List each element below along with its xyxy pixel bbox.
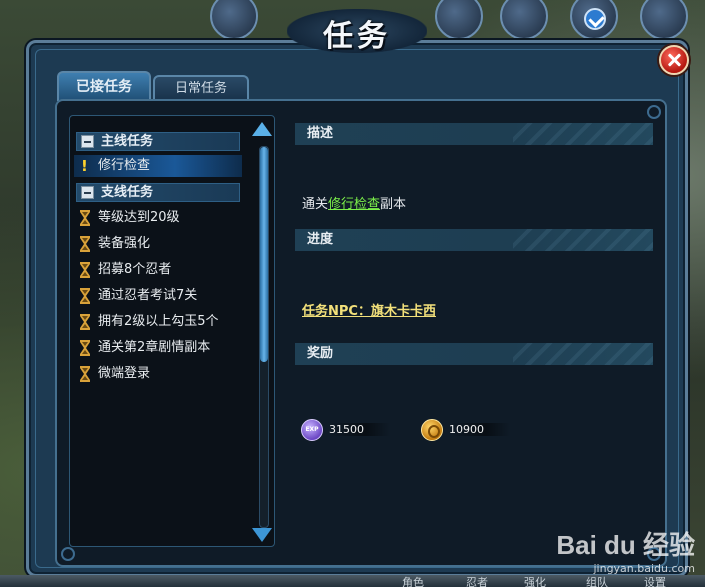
quest-item-side-4[interactable]: 通过忍者考试7关	[74, 285, 242, 307]
quest-label: 等级达到20级	[98, 210, 180, 225]
coin-reward-value: 10900	[449, 423, 510, 436]
quest-label: 装备强化	[98, 236, 151, 251]
quest-item-side-6[interactable]: 通关第2章剧情副本	[74, 337, 242, 359]
menu-item-enhance[interactable]: 强化	[524, 574, 546, 587]
hud-avatar-3[interactable]	[500, 0, 548, 40]
hourglass-icon	[80, 236, 90, 252]
scroll-up-button[interactable]	[252, 122, 272, 136]
description-header: 描述	[295, 123, 653, 145]
exp-icon: EXP	[301, 419, 323, 441]
exp-reward-value: 31500	[329, 423, 390, 436]
hud-shield-button[interactable]	[570, 0, 618, 40]
close-icon	[661, 47, 687, 73]
npc-link[interactable]: 任务NPC：旗木卡卡西	[302, 300, 436, 319]
quest-label: 拥有2级以上勾玉5个	[98, 314, 219, 329]
hourglass-icon	[80, 314, 90, 330]
description-text: 通关修行检查副本	[302, 193, 406, 212]
quest-dungeon-link[interactable]: 修行检查	[328, 197, 380, 212]
tab-accepted-quests[interactable]: 已接任务	[57, 71, 151, 101]
watermark-logo: Bai du 经验	[556, 530, 695, 560]
corner-ornament	[61, 547, 75, 561]
quest-label: 修行检查	[98, 158, 151, 173]
watermark-url: jingyan.baidu.com	[593, 562, 695, 575]
scrollbar-thumb[interactable]	[260, 147, 268, 362]
watermark: Bai du 经验 jingyan.baidu.com	[556, 525, 695, 575]
quest-label: 通过忍者考试7关	[98, 288, 198, 303]
collapse-icon[interactable]	[81, 186, 94, 199]
quest-label: 通关第2章剧情副本	[98, 340, 211, 355]
tab-daily-quests[interactable]: 日常任务	[153, 75, 249, 101]
menu-item-character[interactable]: 角色	[402, 574, 424, 587]
quest-item-side-2[interactable]: 装备强化	[74, 233, 242, 255]
menu-item-ninja[interactable]: 忍者	[466, 574, 488, 587]
hourglass-icon	[80, 288, 90, 304]
title-plate: 任务	[287, 9, 427, 54]
content-panel: 主线任务 ! 修行检查 支线任务 等级达到20级 装备强化 招募8个忍者 通过忍…	[55, 99, 667, 567]
category-label: 支线任务	[101, 185, 154, 200]
menu-item-team[interactable]: 组队	[586, 574, 608, 587]
category-label: 主线任务	[101, 134, 154, 149]
top-hud	[200, 0, 700, 45]
menu-item-settings[interactable]: 设置	[644, 574, 666, 587]
close-button[interactable]	[659, 45, 689, 75]
quest-label: 招募8个忍者	[98, 262, 172, 277]
scroll-down-button[interactable]	[252, 528, 272, 542]
exclaim-icon: !	[81, 157, 88, 175]
corner-ornament	[647, 105, 661, 119]
quest-list: 主线任务 ! 修行检查 支线任务 等级达到20级 装备强化 招募8个忍者 通过忍…	[69, 115, 275, 547]
coin-icon	[421, 419, 443, 441]
category-main-quests[interactable]: 主线任务	[76, 132, 240, 151]
quest-item-side-3[interactable]: 招募8个忍者	[74, 259, 242, 281]
shield-icon	[584, 8, 606, 30]
quest-item-side-1[interactable]: 等级达到20级	[74, 207, 242, 229]
reward-header: 奖励	[295, 343, 653, 365]
hud-avatar-1[interactable]	[210, 0, 258, 40]
scrollbar-track[interactable]	[259, 146, 269, 528]
window-title: 任务	[323, 19, 391, 54]
quest-item-side-5[interactable]: 拥有2级以上勾玉5个	[74, 311, 242, 333]
hourglass-icon	[80, 340, 90, 356]
hourglass-icon	[80, 210, 90, 226]
description-suffix: 副本	[380, 197, 407, 212]
quest-window: 任务 已接任务 日常任务 主线任务 ! 修行检查 支线任务 等级达到20级 装备…	[26, 9, 689, 577]
progress-header: 进度	[295, 229, 653, 251]
quest-item-side-7[interactable]: 微端登录	[74, 363, 242, 385]
description-prefix: 通关	[302, 197, 329, 212]
hud-avatar-2[interactable]	[435, 0, 483, 40]
category-side-quests[interactable]: 支线任务	[76, 183, 240, 202]
collapse-icon[interactable]	[81, 135, 94, 148]
quest-label: 微端登录	[98, 366, 151, 381]
quest-item-main-1[interactable]: ! 修行检查	[74, 155, 242, 177]
hud-avatar-4[interactable]	[640, 0, 688, 40]
hourglass-icon	[80, 366, 90, 382]
bottom-menu-bar: 角色 忍者 强化 组队 设置	[0, 575, 705, 587]
hourglass-icon	[80, 262, 90, 278]
